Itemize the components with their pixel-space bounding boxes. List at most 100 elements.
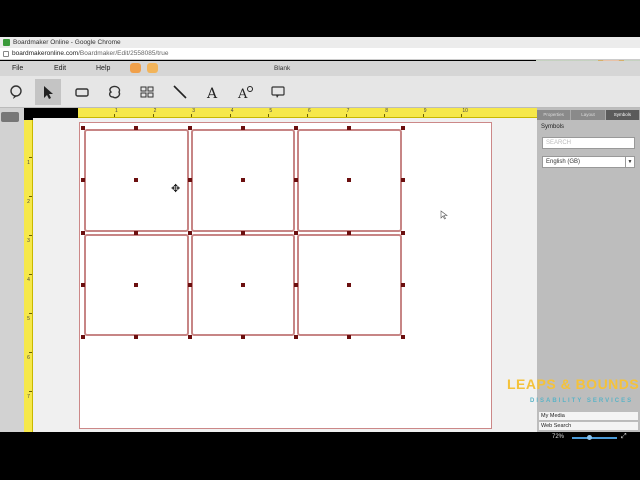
ruler-label: 7 <box>27 394 30 400</box>
resize-handle[interactable] <box>240 126 245 130</box>
window-title: Boardmaker Online - Google Chrome <box>13 39 121 46</box>
pages-toggle-button[interactable] <box>1 112 19 122</box>
comment-icon[interactable] <box>265 79 291 105</box>
tab-symbols[interactable]: Symbols <box>605 110 640 120</box>
fullscreen-icon[interactable]: ⤢ <box>621 433 627 441</box>
resize-handle[interactable] <box>400 230 405 235</box>
resize-handle[interactable] <box>134 230 139 235</box>
resize-handle[interactable] <box>294 335 298 339</box>
redo-icon[interactable] <box>147 63 158 73</box>
horizontal-ruler: 1 2 3 4 5 6 7 8 9 10 <box>78 108 537 118</box>
rectangle-icon[interactable] <box>69 79 95 105</box>
symbol-search-input[interactable]: SEARCH <box>542 137 635 149</box>
resize-handle[interactable] <box>81 178 85 183</box>
resize-handle[interactable] <box>81 335 85 339</box>
toolbar: A A <box>0 76 640 108</box>
menu-file[interactable]: File <box>12 65 23 72</box>
resize-handle[interactable] <box>187 178 192 183</box>
resize-handle[interactable] <box>347 230 352 235</box>
line-icon[interactable] <box>167 79 193 105</box>
ruler-label: 4 <box>230 108 234 114</box>
favicon-icon <box>3 39 10 46</box>
address-bar[interactable]: boardmakeronline.com /Boardmaker/Edit/25… <box>0 48 640 60</box>
ruler-label: 6 <box>308 108 311 114</box>
ruler-tick <box>29 313 32 314</box>
menu-help[interactable]: Help <box>96 65 110 72</box>
zoom-bar: 72% ⤢ <box>537 432 640 443</box>
ruler-label: 5 <box>27 316 30 322</box>
resize-handle[interactable] <box>347 335 352 339</box>
resize-handle[interactable] <box>134 282 139 287</box>
resize-handle[interactable] <box>240 178 245 183</box>
ruler-tick <box>384 114 386 117</box>
ruler-tick <box>29 235 32 236</box>
ruler-label: 6 <box>27 355 30 361</box>
chevron-down-icon: ▼ <box>625 157 634 167</box>
ruler-label: 2 <box>153 108 157 114</box>
resize-handle[interactable] <box>400 126 405 130</box>
resize-handle[interactable] <box>240 335 245 339</box>
speech-bubble-icon[interactable] <box>3 79 29 105</box>
ruler-tick <box>29 352 32 353</box>
ruler-label: 3 <box>192 108 195 114</box>
resize-handle[interactable] <box>294 230 298 235</box>
grid-icon[interactable] <box>134 79 160 105</box>
ruler-tick <box>29 196 32 197</box>
move-cursor-icon: ✥ <box>171 183 181 195</box>
resize-handle[interactable] <box>400 178 405 183</box>
resize-handle[interactable] <box>347 178 352 183</box>
resize-handle[interactable] <box>240 282 245 287</box>
resize-handle[interactable] <box>187 230 192 235</box>
resize-handle[interactable] <box>134 126 139 130</box>
ruler-tick <box>29 157 32 158</box>
resize-handle[interactable] <box>187 282 192 287</box>
resize-handle[interactable] <box>134 178 139 183</box>
resize-handle[interactable] <box>134 335 139 339</box>
document-title: Blank <box>274 65 291 72</box>
tab-properties[interactable]: Properties <box>537 110 572 120</box>
ruler-tick <box>229 114 231 117</box>
resize-handle[interactable] <box>294 282 298 287</box>
language-value: English (GB) <box>546 159 581 165</box>
mouse-cursor-icon <box>440 210 448 220</box>
browser-title-bar: Boardmaker Online - Google Chrome <box>0 37 640 48</box>
lock-icon <box>3 50 9 57</box>
url-path: /Boardmaker/Edit/2558085/true <box>78 50 169 57</box>
svg-text:A: A <box>206 86 218 100</box>
resize-handle[interactable] <box>187 126 192 130</box>
ruler-tick <box>29 391 32 392</box>
resize-handle[interactable] <box>400 282 405 287</box>
symbols-section-label: Symbols <box>541 124 565 130</box>
resize-handle[interactable] <box>347 282 352 287</box>
ruler-tick <box>29 274 32 275</box>
language-select[interactable]: English (GB) ▼ <box>542 156 635 168</box>
watermark-tagline: DISABILITY SERVICES <box>530 398 634 404</box>
ruler-tick <box>268 114 270 117</box>
text-style-icon[interactable]: A <box>232 79 258 105</box>
web-search-item[interactable]: Web Search <box>539 422 638 431</box>
menu-bar: File Edit Help Blank <box>0 61 640 76</box>
resize-handle[interactable] <box>81 230 85 235</box>
pointer-icon[interactable] <box>35 79 61 105</box>
resize-handle[interactable] <box>294 178 298 183</box>
resize-handle[interactable] <box>400 335 405 339</box>
zoom-slider[interactable] <box>572 437 617 439</box>
zoom-slider-thumb[interactable] <box>587 435 592 440</box>
ruler-label: 9 <box>423 108 427 114</box>
text-icon[interactable]: A <box>199 79 225 105</box>
tab-layout[interactable]: Layout <box>571 110 606 120</box>
freeform-shape-icon[interactable] <box>102 79 128 105</box>
resize-handle[interactable] <box>240 230 245 235</box>
svg-text:A: A <box>237 87 248 100</box>
my-media-item[interactable]: My Media <box>539 412 638 421</box>
undo-icon[interactable] <box>130 63 141 73</box>
panel-tabs: Properties Layout Symbols <box>537 110 640 120</box>
resize-handle[interactable] <box>81 126 85 130</box>
ruler-tick <box>422 114 424 117</box>
resize-handle[interactable] <box>81 282 85 287</box>
ruler-tick <box>152 114 154 117</box>
resize-handle[interactable] <box>347 126 352 130</box>
resize-handle[interactable] <box>187 335 192 339</box>
menu-edit[interactable]: Edit <box>54 65 66 72</box>
resize-handle[interactable] <box>294 126 298 130</box>
